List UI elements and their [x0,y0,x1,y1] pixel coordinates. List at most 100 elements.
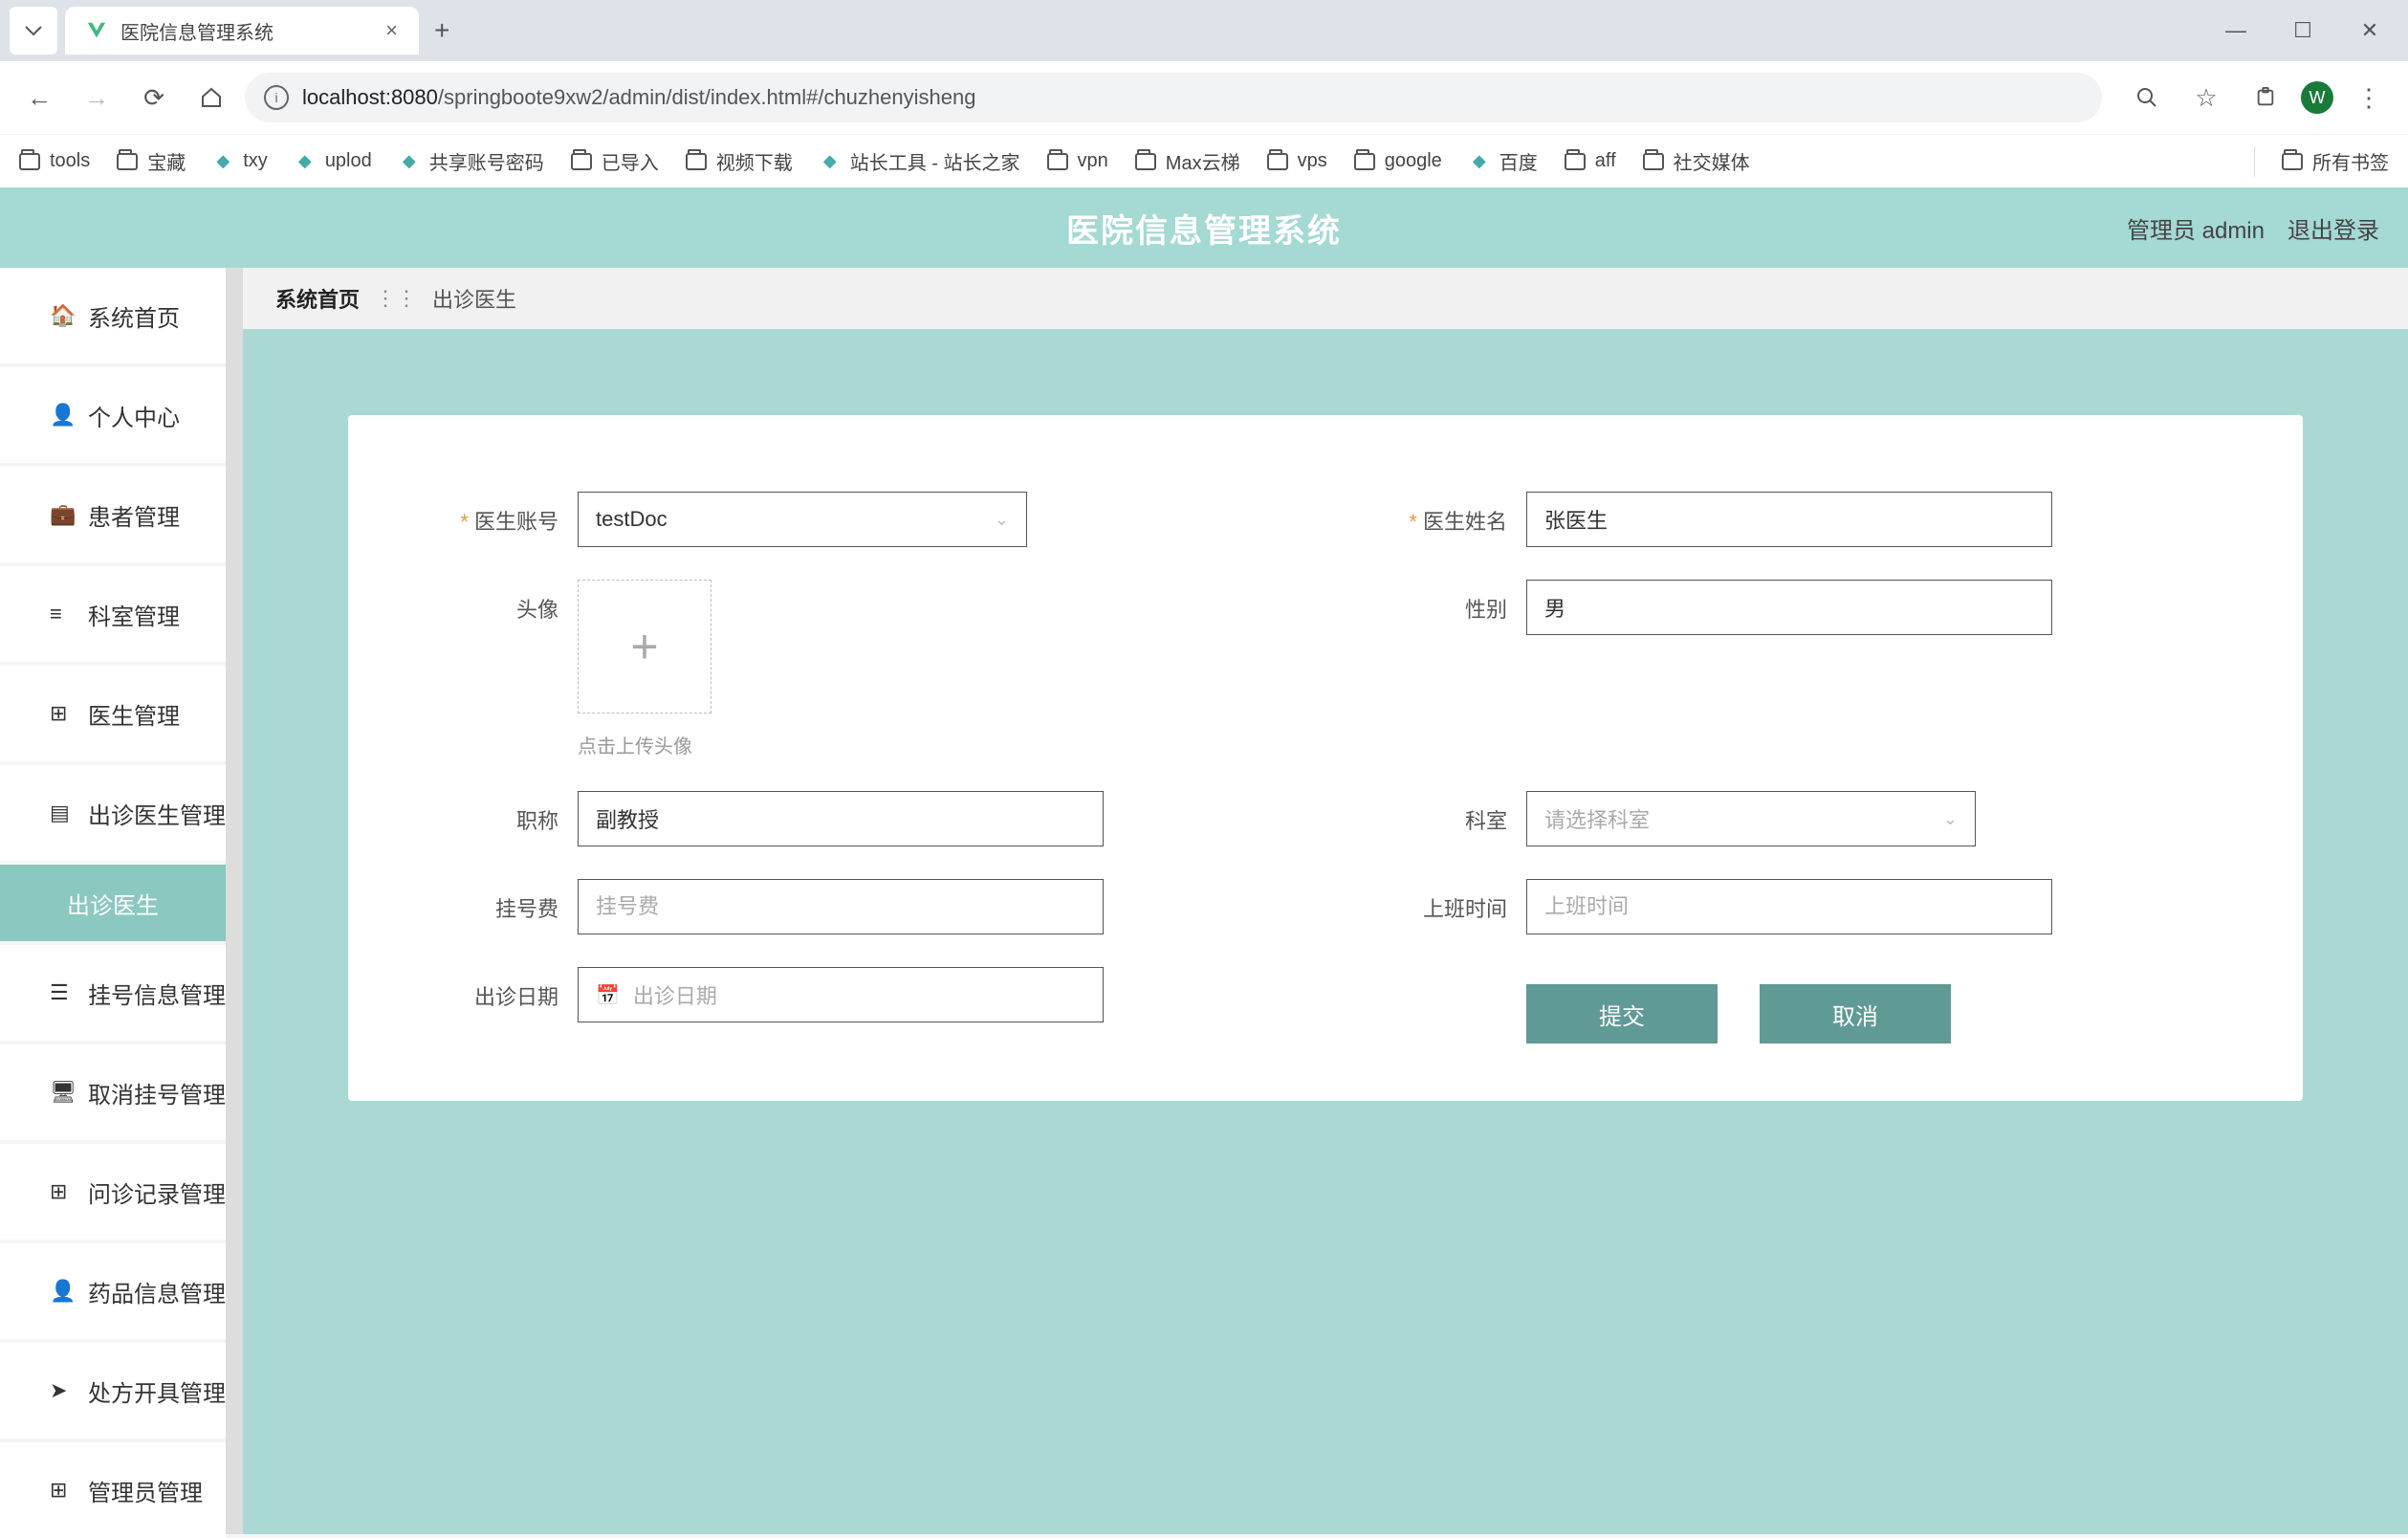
sidebar-item[interactable]: ⊞医生管理 [0,666,226,761]
sidebar-item-label: 挂号信息管理 [88,977,226,1010]
folder-icon [19,153,40,170]
doc-icon: ▤ [50,801,70,825]
browser-chrome: 医院信息管理系统 × + — ☐ ✕ ← → ⟳ i localhost:808… [0,0,2408,187]
calendar-icon: 📅 [596,983,620,1007]
bookmark-label: vpn [1078,150,1108,172]
bookmark-item[interactable]: google [1354,150,1442,172]
sidebar-item[interactable]: ☰ 挂号信息管理 [0,945,226,1041]
doctor-account-select[interactable]: testDoc ⌄ [578,492,1027,547]
sidebar-item[interactable]: ▤出诊医生管理 [0,765,226,861]
sidebar-scrollbar[interactable] [226,268,243,1534]
nav-forward-button[interactable]: → [73,74,120,121]
bookmark-item[interactable]: vps [1267,150,1327,172]
department-select[interactable]: 请选择科室 ⌄ [1526,791,1976,846]
sidebar-item-label: 问诊记录管理 [88,1175,226,1209]
window-controls: — ☐ ✕ [2217,0,2398,61]
vue-favicon [86,20,107,41]
bookmark-item[interactable]: Max云梯 [1135,147,1240,175]
nav-reload-button[interactable]: ⟳ [130,74,178,121]
bookmark-item[interactable]: 已导入 [571,147,659,175]
form-card: *医生账号 testDoc ⌄ *医生姓名 [348,415,2303,1101]
title-input[interactable] [578,791,1104,846]
tab-close-icon[interactable]: × [385,18,398,43]
sidebar-subitem[interactable]: 出诊医生 [0,865,226,941]
app-root: 医院信息管理系统 管理员 admin 退出登录 🏠系统首页👤个人中心💼患者管理≡… [0,187,2408,1534]
breadcrumb-separator-icon: ⋮⋮ [375,286,417,311]
site-info-icon[interactable]: i [264,85,289,110]
bookmark-item[interactable]: ◆站长工具 - 站长之家 [820,147,1020,175]
menu-icon: ☰ [50,980,69,1005]
breadcrumb-home[interactable]: 系统首页 [275,283,360,314]
sidebar-item-label: 科室管理 [88,598,180,631]
bookmark-label: 已导入 [602,147,659,175]
browser-menu-icon[interactable]: ⋮ [2345,74,2393,121]
sidebar-item[interactable]: 💼患者管理 [0,467,226,562]
nav-back-button[interactable]: ← [15,74,63,121]
profile-avatar[interactable]: W [2301,81,2333,114]
sidebar-item[interactable]: 👤个人中心 [0,367,226,463]
extensions-icon[interactable] [2242,74,2289,121]
bookmark-item[interactable]: aff [1565,150,1616,172]
bookmark-star-icon[interactable]: ☆ [2182,74,2230,121]
zoom-icon[interactable] [2123,74,2171,121]
window-maximize-icon[interactable]: ☐ [2284,11,2322,50]
url-bar[interactable]: i localhost:8080/springboote9xw2/admin/d… [245,73,2102,122]
folder-icon [1047,153,1068,170]
bookmark-item[interactable]: vpn [1047,150,1108,172]
sidebar-item[interactable]: 🏠系统首页 [0,268,226,363]
worktime-input[interactable] [1526,879,2052,934]
user-role: 管理员 admin [2127,211,2265,245]
bookmark-item[interactable]: 视频下载 [686,147,793,175]
sidebar-item-label: 系统首页 [88,299,180,333]
sidebar-item-label: 患者管理 [88,498,180,532]
sidebar-item-label: 出诊医生 [67,887,159,920]
breadcrumb: 系统首页 ⋮⋮ 出诊医生 [243,268,2408,329]
site-icon: ◆ [820,151,841,172]
list-icon: ≡ [50,602,62,626]
new-tab-button[interactable]: + [434,15,449,46]
avatar-upload-hint: 点击上传头像 [578,731,1297,758]
doctor-name-input[interactable] [1526,492,2052,547]
folder-icon [1565,153,1586,170]
grid3-icon: ⊞ [50,1478,67,1503]
bookmark-label: tools [50,150,90,172]
bookmark-item[interactable]: 宝藏 [117,147,186,175]
submit-button[interactable]: 提交 [1526,984,1718,1044]
sidebar-item[interactable]: ⊞管理员管理 [0,1442,226,1538]
avatar-upload[interactable]: + [578,580,711,714]
fee-input[interactable] [578,879,1104,934]
sidebar-item[interactable]: 🖥取消挂号管理 [0,1044,226,1140]
sidebar-item[interactable]: 👤 药品信息管理 [0,1243,226,1339]
bookmark-item[interactable]: ◆百度 [1469,147,1538,175]
logout-link[interactable]: 退出登录 [2288,211,2379,245]
gender-input[interactable] [1526,580,2052,635]
nav-home-button[interactable] [187,74,235,121]
bookmark-item[interactable]: tools [19,150,90,172]
window-minimize-icon[interactable]: — [2217,11,2255,50]
bookmark-label: uplod [325,150,372,172]
sidebar-item-label: 药品信息管理 [88,1275,226,1308]
bookmark-item[interactable]: ◆txy [212,150,268,172]
cancel-button[interactable]: 取消 [1760,984,1951,1044]
folder-icon [1643,153,1664,170]
browser-tab[interactable]: 医院信息管理系统 × [65,7,419,55]
folder-icon [686,153,707,170]
bookmark-item[interactable]: 社交媒体 [1643,147,1750,175]
breadcrumb-current: 出诊医生 [432,283,516,314]
site-icon: ◆ [212,151,233,172]
bookmark-label: google [1385,150,1442,172]
sidebar-item[interactable]: ⊞问诊记录管理 [0,1144,226,1240]
all-bookmarks[interactable]: 所有书签 [2282,147,2389,175]
person2-icon: 👤 [50,1279,76,1304]
folder-icon [2282,153,2303,170]
window-close-icon[interactable]: ✕ [2351,11,2389,50]
sidebar-item[interactable]: ➤处方开具管理 [0,1343,226,1439]
sidebar-item[interactable]: ≡ 科室管理 [0,566,226,662]
bookmark-label: 共享账号密码 [429,147,544,175]
bookmark-item[interactable]: ◆uplod [295,150,372,172]
bookmark-item[interactable]: ◆共享账号密码 [399,147,544,175]
url-text: localhost:8080/springboote9xw2/admin/dis… [302,85,975,110]
folder-icon [571,153,592,170]
date-input[interactable]: 📅 出诊日期 [578,967,1104,1022]
tab-search-button[interactable] [10,7,57,55]
